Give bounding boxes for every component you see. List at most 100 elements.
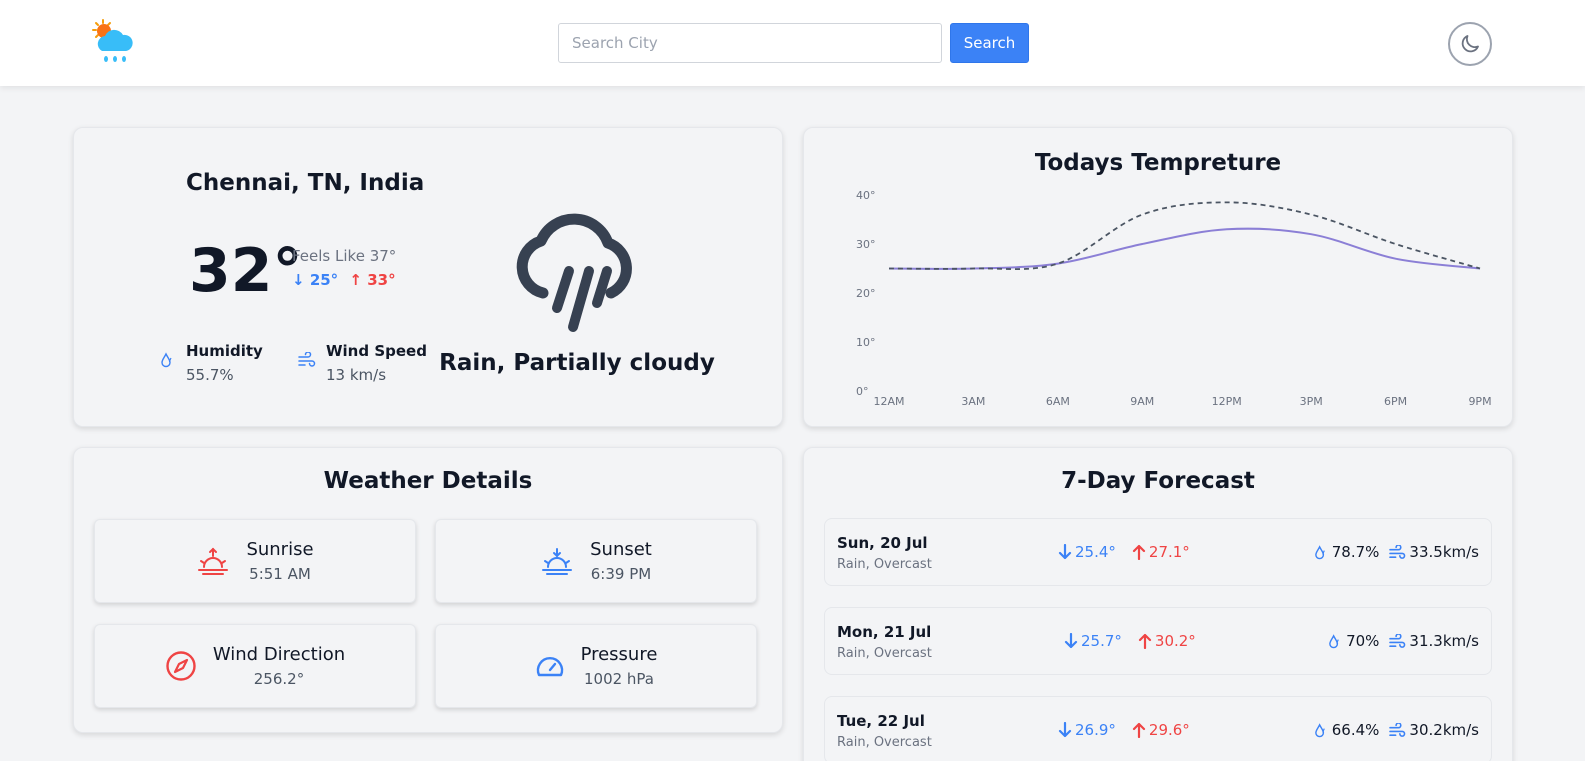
sunrise-icon [198,547,229,575]
forecast-title: 7-Day Forecast [1061,468,1255,494]
city-name: Chennai, TN, India [186,170,425,196]
humidity-label: Humidity [186,342,263,360]
current-weather-card: Chennai, TN, India 32° Feels Like 37° ↓ … [73,127,783,427]
arrow-up-icon [1138,633,1152,649]
wind-icon [298,352,316,367]
y-tick-label: 40° [856,189,876,202]
forecast-min: 26.9° [1058,721,1116,739]
compass-icon [166,651,196,681]
gauge-icon [536,657,563,677]
forecast-temperatures: 25.7° 30.2° [1064,632,1196,650]
sunset-value: 6:39 PM [590,565,652,583]
humidity-icon [1314,722,1325,737]
sunrise-box: Sunrise 5:51 AM [94,519,416,603]
forecast-row: Mon, 21 Jul Rain, Overcast 25.7° 30.2° 7… [824,607,1492,675]
min-max-temperature: ↓ 25° ↑ 33° [292,271,396,289]
x-tick-label: 12AM [873,395,904,408]
x-tick-label: 9PM [1468,395,1491,408]
forecast-description: Rain, Overcast [837,646,932,661]
max-temperature: 33° [367,271,396,289]
arrow-down-icon [1058,722,1072,738]
forecast-temperatures: 26.9° 29.6° [1058,721,1190,739]
forecast-min: 25.4° [1058,543,1116,561]
forecast-date: Mon, 21 Jul [837,623,932,641]
y-tick-label: 0° [856,385,869,398]
forecast-wind: 30.2km/s [1389,721,1479,739]
forecast-row: Tue, 22 Jul Rain, Overcast 26.9° 29.6° 6… [824,696,1492,761]
temperature-line-chart: 0° 10° 20° 30° 40° 12AM 3AM 6AM 9AM 12PM 3PM 6PM 9PM [856,189,1492,408]
x-tick-label: 6AM [1046,395,1070,408]
humidity-value: 55.7% [186,366,234,384]
forecast-meta: 78.7% 33.5km/s [1314,543,1479,561]
moon-icon [1461,35,1479,53]
forecast-wind: 31.3km/s [1389,632,1479,650]
weather-condition: Rain, Partially cloudy [439,350,715,376]
details-title: Weather Details [323,468,533,494]
humidity-icon [1314,544,1325,559]
sunset-label: Sunset [590,539,652,560]
arrow-up-icon [1132,722,1146,738]
forecast-date: Sun, 20 Jul [837,534,928,552]
sunrise-label: Sunrise [246,539,314,560]
x-tick-label: 3AM [961,395,985,408]
rain-cloud-icon [511,213,641,338]
wind-direction-box: Wind Direction 256.2° [94,624,416,708]
temperature-series-line [888,227,1481,270]
x-tick-label: 12PM [1212,395,1242,408]
forecast-card: 7-Day Forecast Sun, 20 Jul Rain, Overcas… [803,447,1513,761]
y-tick-label: 20° [856,287,876,300]
pressure-box: Pressure 1002 hPa [435,624,757,708]
forecast-temperatures: 25.4° 27.1° [1058,543,1190,561]
forecast-max: 30.2° [1138,632,1196,650]
wind-direction-value: 256.2° [253,670,305,688]
arrow-down-icon [1064,633,1078,649]
wind-icon [1389,544,1406,559]
arrow-down-icon [1058,544,1072,560]
y-tick-label: 10° [856,336,876,349]
wind-speed-label: Wind Speed [326,342,427,360]
navbar: Search [0,0,1585,86]
wind-icon [1389,722,1406,737]
current-temperature: 32° [189,236,303,306]
x-tick-label: 3PM [1300,395,1323,408]
arrow-up-icon [1132,544,1146,560]
humidity-icon [161,352,172,368]
forecast-humidity: 66.4% [1314,721,1379,739]
wind-direction-label: Wind Direction [212,644,346,665]
wind-speed-stat: Wind Speed 13 km/s [298,342,427,384]
sunset-box: Sunset 6:39 PM [435,519,757,603]
feels-like: Feels Like 37° [292,247,397,265]
x-tick-label: 6PM [1384,395,1407,408]
forecast-humidity: 78.7% [1314,543,1379,561]
search-button[interactable]: Search [950,23,1029,63]
humidity-stat: Humidity 55.7% [160,342,263,384]
weather-details-card: Weather Details Sunrise 5:51 AM Sunset 6… [73,447,783,733]
humidity-icon [1329,633,1339,648]
forecast-max: 29.6° [1132,721,1190,739]
pressure-label: Pressure [580,644,658,665]
forecast-row: Sun, 20 Jul Rain, Overcast 25.4° 27.1° 7… [824,518,1492,586]
forecast-humidity: 70% [1328,632,1379,650]
x-tick-label: 9AM [1130,395,1154,408]
wind-icon [1389,633,1406,648]
sunrise-value: 5:51 AM [249,565,311,583]
pressure-value: 1002 hPa [583,670,654,688]
search-input[interactable] [558,23,942,63]
y-tick-label: 30° [856,238,876,251]
forecast-date: Tue, 22 Jul [837,712,925,730]
forecast-description: Rain, Overcast [837,557,932,572]
weather-logo-icon [90,17,142,69]
forecast-meta: 66.4% 30.2km/s [1314,721,1479,739]
arrow-down-icon: ↓ [292,271,305,289]
wind-speed-value: 13 km/s [326,366,387,384]
temperature-chart-card: Todays Tempreture 0° 10° 20° 30° 40° 12AM 3AM 6… [803,127,1513,427]
forecast-description: Rain, Overcast [837,735,932,750]
forecast-min: 25.7° [1064,632,1122,650]
arrow-up-icon: ↑ [349,271,362,289]
forecast-wind: 33.5km/s [1389,543,1479,561]
sunset-icon [542,548,573,575]
forecast-max: 27.1° [1132,543,1190,561]
min-temperature: 25° [309,271,339,289]
forecast-meta: 70% 31.3km/s [1328,632,1479,650]
dark-mode-toggle[interactable] [1448,22,1492,66]
